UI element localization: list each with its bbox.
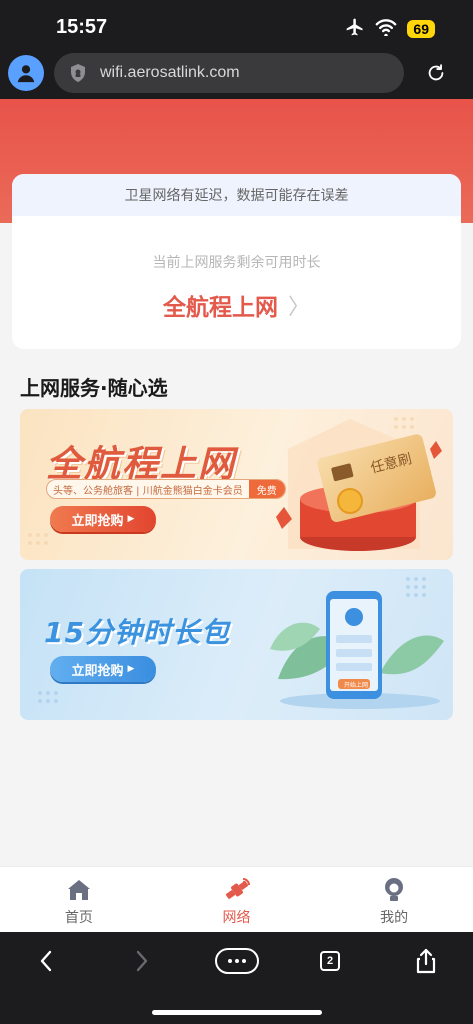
tab-count: 2 — [320, 951, 340, 971]
buy-now-button[interactable]: 立即抢购 ▶ — [50, 656, 156, 682]
more-icon — [215, 948, 259, 974]
home-indicator — [152, 1010, 322, 1015]
phone-start-button-text: 开始上网 — [343, 682, 368, 689]
service-status-card: 卫星网络有延迟，数据可能存在误差 当前上网服务剩余可用时长 全航程上网 〉 — [12, 174, 461, 349]
battery-indicator: 69 — [407, 20, 435, 38]
shield-icon — [68, 63, 88, 83]
play-arrow-icon: ▶ — [127, 514, 135, 524]
time-pack-banner[interactable]: 开始上网 15分钟时长包 立即抢购 ▶ — [20, 569, 453, 720]
profile-icon — [380, 877, 408, 903]
chevron-right-icon: 〉 — [287, 295, 310, 320]
section-title: 上网服务·随心选 — [20, 376, 168, 400]
banner-title: 15分钟时长包 — [44, 616, 230, 649]
status-icons: 69 — [345, 17, 435, 41]
profile-avatar-button[interactable] — [8, 55, 44, 91]
latency-notice: 卫星网络有延迟，数据可能存在误差 — [12, 174, 461, 216]
status-bar: 15:57 69 — [0, 0, 473, 52]
nav-label-profile: 我的 — [380, 910, 409, 926]
buy-now-label: 立即抢购 — [71, 513, 124, 529]
nav-item-network[interactable]: 网络 — [158, 867, 316, 932]
address-bar[interactable]: wifi.aerosatlink.com — [54, 53, 404, 93]
remaining-service-link[interactable]: 全航程上网 〉 — [12, 288, 461, 322]
share-button[interactable] — [408, 946, 444, 976]
airplane-icon — [345, 17, 365, 41]
nav-item-home[interactable]: 首页 — [0, 867, 158, 932]
remaining-time-label: 当前上网服务剩余可用时长 — [152, 255, 321, 271]
bottom-nav: 首页 网络 我的 — [0, 866, 473, 932]
chevron-right-icon — [136, 950, 148, 972]
browser-top-chrome: 15:57 69 wifi.aerosatlink.com — [0, 0, 473, 99]
satellite-icon — [223, 877, 251, 903]
eligibility-tag-text: 头等、公务舱旅客 | 川航金熊猫白金卡会员 — [53, 485, 243, 497]
remaining-service-value: 全航程上网 — [162, 295, 278, 321]
buy-now-button[interactable]: 立即抢购 ▶ — [50, 506, 156, 532]
nav-label-network: 网络 — [222, 910, 251, 926]
back-button[interactable] — [28, 946, 64, 976]
wifi-icon — [375, 18, 397, 40]
play-arrow-icon: ▶ — [127, 664, 135, 674]
buy-now-label: 立即抢购 — [71, 663, 124, 679]
home-icon — [65, 877, 93, 903]
reload-icon — [428, 64, 444, 81]
forward-button[interactable] — [124, 946, 160, 976]
status-time: 15:57 — [56, 16, 108, 38]
nav-label-home: 首页 — [64, 910, 93, 926]
chevron-left-icon — [40, 950, 52, 972]
url-text: wifi.aerosatlink.com — [100, 64, 240, 81]
eligibility-tag: 头等、公务舱旅客 | 川航金熊猫白金卡会员 免费 — [46, 479, 286, 499]
free-badge: 免费 — [248, 480, 285, 498]
reload-button[interactable] — [423, 60, 449, 86]
more-menu-button[interactable] — [214, 946, 260, 976]
tabs-button[interactable]: 2 — [312, 946, 348, 976]
nav-item-profile[interactable]: 我的 — [315, 867, 473, 932]
share-icon — [416, 948, 436, 974]
full-flight-plan-banner[interactable]: 任意刷 全航程上网 头等、公务舱旅客 | 川航金熊猫白金卡会员 免费 立即抢购 … — [20, 409, 453, 560]
person-icon — [17, 65, 35, 83]
